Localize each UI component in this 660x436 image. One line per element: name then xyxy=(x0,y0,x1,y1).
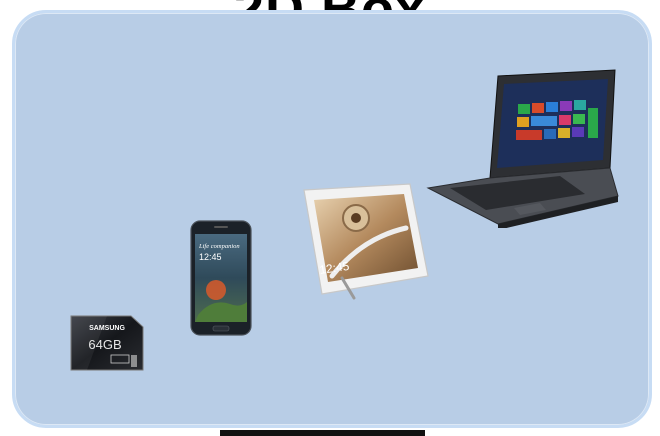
laptop-icon xyxy=(410,68,620,228)
sd-card-capacity: 64GB xyxy=(88,337,121,352)
sd-card-icon: SAMSUNG 64GB xyxy=(67,313,147,373)
device-panel: SAMSUNG 64GB Life companion 12:45 12:45 xyxy=(12,10,652,428)
smartphone-icon: Life companion 12:45 xyxy=(190,220,254,338)
phone-screen-text: Life companion xyxy=(198,243,240,250)
bottom-divider xyxy=(220,430,425,436)
phone-time: 12:45 xyxy=(199,252,222,262)
sd-card-brand: SAMSUNG xyxy=(89,325,125,332)
